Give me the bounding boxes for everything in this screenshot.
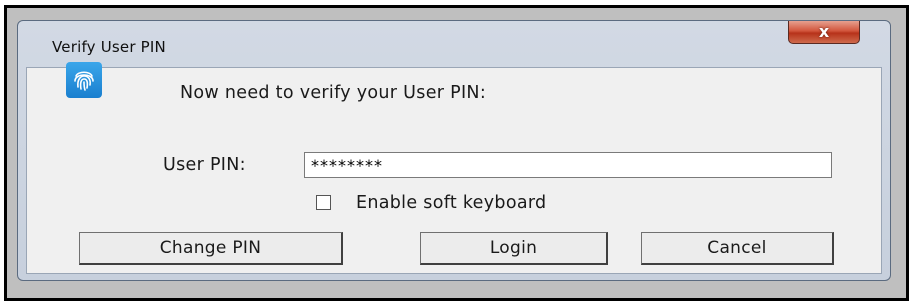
- change-pin-button[interactable]: Change PIN: [79, 232, 343, 265]
- soft-keyboard-checkbox[interactable]: [316, 195, 331, 210]
- close-icon: x: [818, 22, 830, 41]
- user-pin-label: User PIN:: [163, 155, 246, 175]
- soft-keyboard-label[interactable]: Enable soft keyboard: [356, 193, 546, 213]
- user-pin-input[interactable]: [304, 152, 832, 178]
- cancel-button[interactable]: Cancel: [641, 232, 834, 265]
- login-button[interactable]: Login: [420, 232, 608, 265]
- prompt-text: Now need to verify your User PIN:: [180, 83, 487, 103]
- title-bar[interactable]: Verify User PIN x: [18, 21, 890, 67]
- fingerprint-icon: [66, 62, 102, 98]
- window-title: Verify User PIN: [52, 38, 166, 56]
- close-button[interactable]: x: [788, 21, 860, 44]
